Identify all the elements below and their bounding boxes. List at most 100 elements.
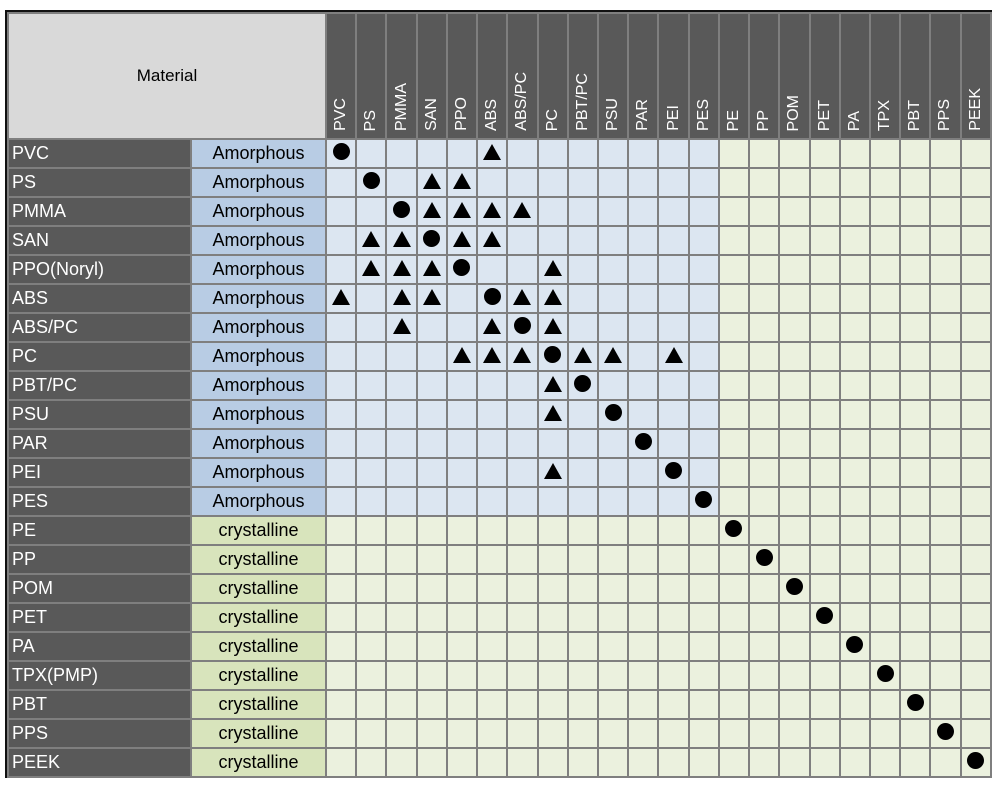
matrix-cell <box>415 254 448 285</box>
matrix-cell <box>929 457 962 488</box>
matrix-cell <box>415 138 448 169</box>
matrix-cell <box>778 196 811 227</box>
matrix-cell <box>566 602 599 633</box>
matrix-cell <box>476 341 509 372</box>
matrix-cell <box>536 196 569 227</box>
matrix-cell <box>748 718 781 749</box>
matrix-cell <box>596 689 630 720</box>
column-header: PP <box>748 12 781 140</box>
matrix-cell <box>687 254 720 285</box>
matrix-cell <box>868 747 902 778</box>
matrix-cell <box>838 515 871 546</box>
column-header: PEI <box>657 12 690 140</box>
matrix-cell <box>868 167 902 198</box>
column-header-label: PES <box>694 98 712 131</box>
material-name: PVC <box>7 138 192 169</box>
matrix-cell <box>717 167 751 198</box>
matrix-cell <box>808 225 841 256</box>
matrix-cell <box>868 544 902 575</box>
matrix-cell <box>838 399 871 430</box>
table-row: PPO(Noryl) Amorphous <box>7 254 992 285</box>
matrix-cell <box>415 573 448 604</box>
matrix-cell <box>596 283 630 314</box>
triangle-icon <box>483 346 502 363</box>
table-row: PBT crystalline <box>7 689 992 720</box>
matrix-cell <box>778 544 811 575</box>
matrix-cell <box>657 312 690 343</box>
matrix-cell <box>959 457 992 488</box>
matrix-cell <box>657 399 690 430</box>
triangle-icon <box>483 230 502 247</box>
matrix-cell <box>808 747 841 778</box>
matrix-cell <box>778 370 811 401</box>
matrix-cell <box>355 225 388 256</box>
matrix-cell <box>627 167 660 198</box>
matrix-cell <box>385 689 418 720</box>
matrix-cell <box>536 312 569 343</box>
matrix-cell <box>868 225 902 256</box>
matrix-cell <box>476 254 509 285</box>
matrix-cell <box>536 283 569 314</box>
matrix-cell <box>385 225 418 256</box>
matrix-cell <box>929 660 962 691</box>
matrix-cell <box>838 341 871 372</box>
matrix-cell <box>838 573 871 604</box>
matrix-cell <box>717 602 751 633</box>
table-row: SAN Amorphous <box>7 225 992 256</box>
matrix-cell <box>445 196 479 227</box>
matrix-cell <box>687 631 720 662</box>
matrix-cell <box>355 341 388 372</box>
matrix-cell <box>415 747 448 778</box>
column-header: PC <box>536 12 569 140</box>
column-header-label: PA <box>845 110 863 131</box>
matrix-cell <box>899 486 932 517</box>
material-name: PC <box>7 341 192 372</box>
circle-icon <box>453 259 471 276</box>
matrix-cell <box>506 631 539 662</box>
matrix-cell <box>324 631 358 662</box>
matrix-cell <box>445 138 479 169</box>
matrix-cell <box>324 747 358 778</box>
matrix-cell <box>748 370 781 401</box>
matrix-cell <box>748 167 781 198</box>
matrix-cell <box>778 515 811 546</box>
matrix-cell <box>355 747 388 778</box>
column-header: PBT <box>899 12 932 140</box>
column-header: PES <box>687 12 720 140</box>
triangle-icon <box>362 230 381 247</box>
triangle-icon <box>392 317 411 334</box>
matrix-cell <box>929 370 962 401</box>
material-type: Amorphous <box>190 312 327 343</box>
matrix-cell <box>627 283 660 314</box>
matrix-cell <box>868 399 902 430</box>
matrix-cell <box>808 631 841 662</box>
matrix-cell <box>929 515 962 546</box>
matrix-cell <box>627 544 660 575</box>
matrix-cell <box>748 341 781 372</box>
matrix-cell <box>838 457 871 488</box>
matrix-cell <box>778 341 811 372</box>
matrix-cell <box>929 486 962 517</box>
matrix-cell <box>476 515 509 546</box>
matrix-cell <box>476 573 509 604</box>
matrix-cell <box>959 486 992 517</box>
matrix-cell <box>838 196 871 227</box>
matrix-cell <box>838 602 871 633</box>
triangle-icon <box>422 288 441 305</box>
material-name: PET <box>7 602 192 633</box>
matrix-cell <box>959 428 992 459</box>
column-header: PS <box>355 12 388 140</box>
matrix-cell <box>627 486 660 517</box>
matrix-cell <box>445 573 479 604</box>
triangle-icon <box>422 259 441 276</box>
matrix-cell <box>868 718 902 749</box>
matrix-cell <box>566 718 599 749</box>
matrix-cell <box>566 225 599 256</box>
column-header: PE <box>717 12 751 140</box>
column-header: PEEK <box>959 12 992 140</box>
matrix-cell <box>959 660 992 691</box>
matrix-cell <box>929 196 962 227</box>
matrix-cell <box>324 718 358 749</box>
matrix-cell <box>808 515 841 546</box>
matrix-cell <box>868 341 902 372</box>
